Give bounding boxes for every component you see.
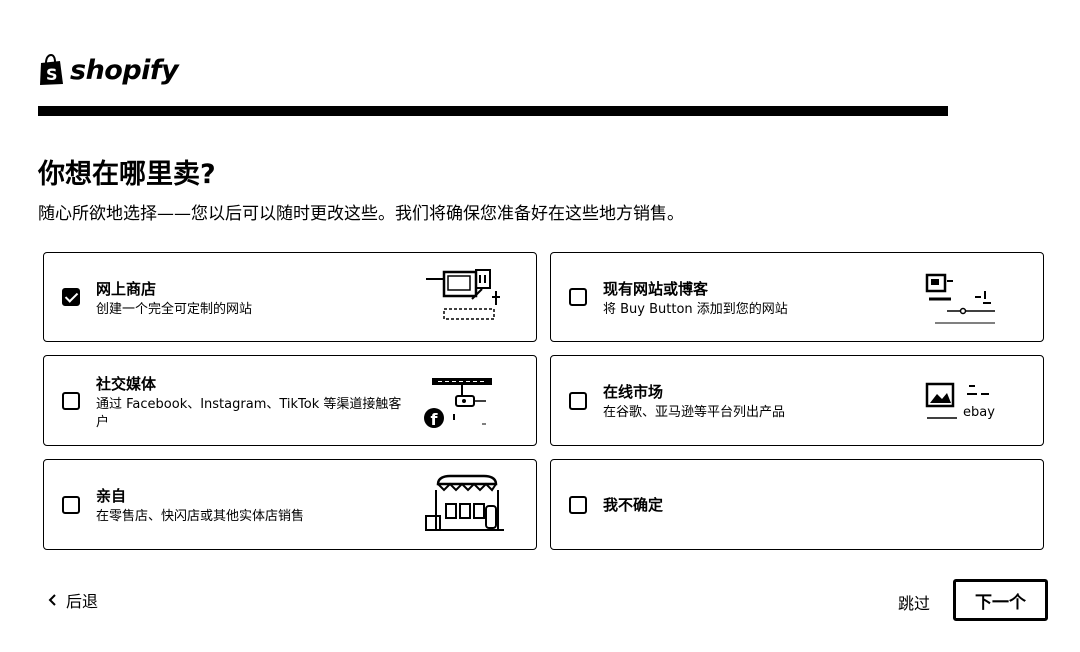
shopping-bag-icon: S [40,54,63,85]
option-title: 网上商店 [96,280,157,298]
progress-bar-fill [38,106,948,116]
option-checkbox[interactable] [569,495,587,514]
option-checkbox[interactable] [62,495,80,514]
svg-text:S: S [46,65,58,84]
option-description: 在零售店、快闪店或其他实体店销售 [96,509,305,524]
shopify-logo: S shopify [38,52,179,88]
option-description: 在谷歌、亚马逊等平台列出产品 [603,405,786,420]
option-description: 通过 Facebook、Instagram、TikTok 等渠道接触客户 [96,397,402,430]
back-label: 后退 [66,592,99,611]
onboarding-page: S shopify 你想在哪里卖? 随心所欲地选择——您以后可以随时更改这些。我… [0,0,1080,652]
page-title: 你想在哪里卖? [38,159,216,190]
option-in-person[interactable]: 亲自 在零售店、快闪店或其他实体店销售 [43,459,537,550]
page-subtitle: 随心所欲地选择——您以后可以随时更改这些。我们将确保您准备好在这些地方销售。 [38,204,684,224]
option-title: 社交媒体 [96,375,157,393]
option-checkbox[interactable] [569,288,587,306]
option-marketplace[interactable]: 在线市场 在谷歌、亚马逊等平台列出产品 ebay [550,355,1044,446]
facebook-icon: f [431,410,439,429]
social-media-icon: f [424,378,492,429]
option-title: 在线市场 [603,383,664,401]
option-checkbox-checked[interactable] [62,288,80,306]
option-social-media[interactable]: 社交媒体 通过 Facebook、Instagram、TikTok 等渠道接触客… [43,355,537,446]
ebay-logo: ebay [963,405,995,420]
option-checkbox[interactable] [62,391,80,410]
chevron-left-icon [48,594,56,606]
option-website-blog[interactable]: 现有网站或博客 将 Buy Button 添加到您的网站 [550,252,1044,342]
next-button[interactable]: 下一个 [953,579,1048,621]
option-description: 将 Buy Button 添加到您的网站 [603,302,788,317]
option-title: 我不确定 [603,496,664,514]
progress-bar [38,106,948,116]
option-checkbox[interactable] [569,391,587,410]
storefront-icon [425,474,504,531]
option-online-store[interactable]: 网上商店 创建一个完全可定制的网站 [43,252,537,342]
option-description: 创建一个完全可定制的网站 [96,302,253,317]
option-title: 现有网站或博客 [603,280,709,298]
option-not-sure[interactable]: 我不确定 [550,459,1044,550]
brand-wordmark: shopify [70,54,179,86]
online-store-icon [426,269,500,320]
back-button[interactable]: 后退 [46,588,98,612]
website-blog-icon [925,273,995,324]
skip-link[interactable]: 跳过 [898,590,930,614]
option-title: 亲自 [96,487,127,505]
marketplace-icon: ebay [925,382,995,420]
